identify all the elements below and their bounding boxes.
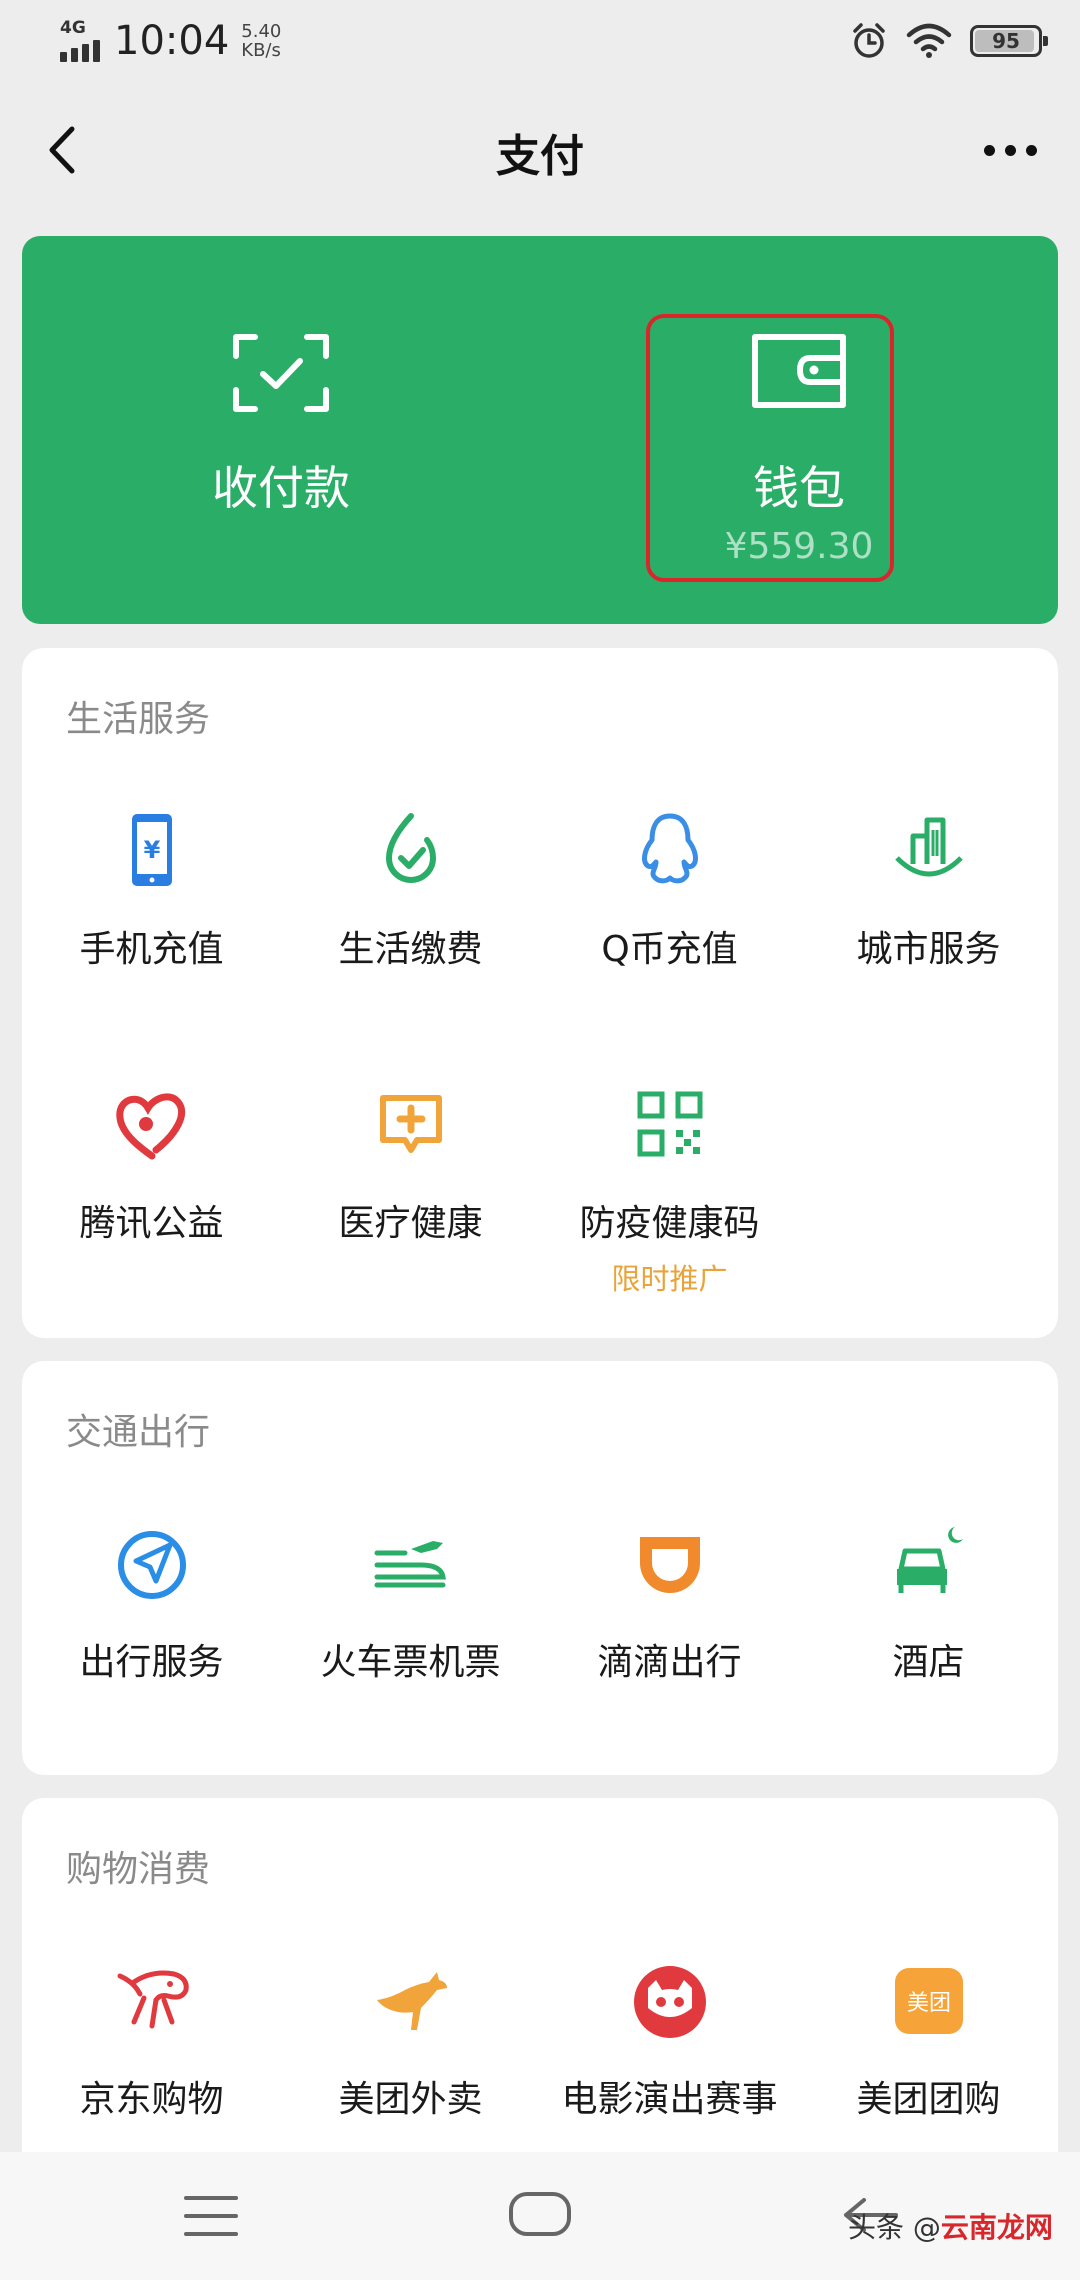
grid-item-medical-health[interactable]: 医疗健康 [281,1084,540,1284]
train-plane-icon [374,1541,446,1588]
section-title: 购物消费 [66,1849,211,1890]
grid-item-label: 腾讯公益 [79,1203,224,1244]
grid-item-label: 医疗健康 [338,1203,483,1244]
signal-icon: 4G [60,18,106,64]
menu-icon[interactable] [184,2196,238,2236]
wifi-icon [906,23,952,58]
page-title: 支付 [496,131,584,182]
grid-item-meituan-group[interactable]: 美团 美团团购 [799,1960,1058,2160]
meituan-icon: 美团 [894,1968,963,2034]
watermark-brand: 云南龙网 [940,2211,1053,2244]
grid-item-label: 手机充值 [79,929,224,970]
grid-item-phone-recharge[interactable]: ¥ 手机充值 [22,810,281,1010]
qq-penguin-icon [641,813,698,884]
section-title: 生活服务 [66,699,211,740]
grid-item-label: 城市服务 [856,929,1001,970]
grid-item-travel-services[interactable]: 出行服务 [22,1523,281,1723]
grid-item-tencent-charity[interactable]: 腾讯公益 [22,1084,281,1284]
alarm-icon [853,23,885,58]
didi-icon [639,1537,700,1593]
city-building-icon [894,817,963,877]
grid-item-label: Q币充值 [601,929,738,970]
grid-item-movies-shows[interactable]: 电影演出赛事 [540,1960,799,2160]
grid-item-label: 火车票机票 [320,1642,501,1683]
grid-item-jd-shopping[interactable]: 京东购物 [22,1960,281,2160]
network-speed: 5.40 KB/s [241,22,281,60]
battery-icon: 95 [970,25,1048,57]
pay-card: 收付款 钱包 ¥559.30 [22,236,1058,624]
grid-item-label: 美团外卖 [338,2079,483,2120]
grid-item-label: 电影演出赛事 [561,2079,778,2120]
nav-bar: 支付 [0,80,1080,220]
charity-heart-icon [115,1093,185,1160]
collect-payment-label: 收付款 [212,461,350,515]
section-transport: 交通出行 出行服务 火车票机票 滴滴出行 酒店 [22,1361,1058,1775]
grid-item-label: 酒店 [892,1642,965,1683]
jd-dog-icon [117,1970,189,2029]
grid-item-label: 生活缴费 [338,929,483,970]
grid-item-label: 滴滴出行 [597,1642,742,1683]
grid-item-hotel[interactable]: 酒店 [799,1523,1058,1723]
more-dots-icon[interactable] [970,115,1050,185]
meituan-badge-text: 美团 [906,1991,950,2016]
promo-tag: 限时推广 [611,1262,728,1296]
grid-item-meituan-delivery[interactable]: 美团外卖 [281,1960,540,2160]
network-type: 4G [60,18,86,38]
svg-text:¥: ¥ [143,836,160,864]
grid-item-label: 防疫健康码 [579,1203,760,1244]
grid-item-qcoin[interactable]: Q币充值 [540,810,799,1010]
battery-level: 95 [992,29,1020,53]
watermark: 头条 @云南龙网 [848,2206,1053,2246]
grid-item-label: 出行服务 [79,1642,224,1683]
home-button[interactable] [509,2192,571,2236]
scan-check-icon [233,334,329,412]
qr-code-icon [637,1091,702,1157]
grid-item-label: 京东购物 [79,2079,224,2120]
section-life-services: 生活服务 ¥ 手机充值 生活缴费 Q币充值 城市服务 腾讯公益 医疗健康 防疫健… [22,648,1058,1338]
collect-payment-button[interactable]: 收付款 [22,236,540,624]
kangaroo-icon [376,1972,447,2030]
grid-item-train-plane-tickets[interactable]: 火车票机票 [281,1523,540,1723]
phone-recharge-icon: ¥ [131,814,172,886]
network-speed-value: 5.40 [241,21,282,42]
grid-item-didi[interactable]: 滴滴出行 [540,1523,799,1723]
compass-arrow-icon [117,1531,186,1599]
section-title: 交通出行 [66,1412,211,1453]
grid-item-health-code[interactable]: 防疫健康码 限时推广 [540,1084,799,1296]
utility-bill-icon [385,813,436,883]
grid-item-utility-bill[interactable]: 生活缴费 [281,810,540,1010]
clock: 10:04 [114,18,230,64]
cat-eye-icon [633,1966,706,2038]
grid-item-label: 美团团购 [856,2079,1001,2120]
medical-cross-icon [379,1095,442,1153]
watermark-source: 头条 @ [848,2211,941,2244]
hotel-bed-icon [896,1527,963,1593]
wallet-highlight-box [646,314,894,582]
status-bar: 4G 10:04 5.40 KB/s 95 [0,0,1080,80]
network-speed-unit: KB/s [241,40,281,61]
grid-item-city-services[interactable]: 城市服务 [799,810,1058,1010]
